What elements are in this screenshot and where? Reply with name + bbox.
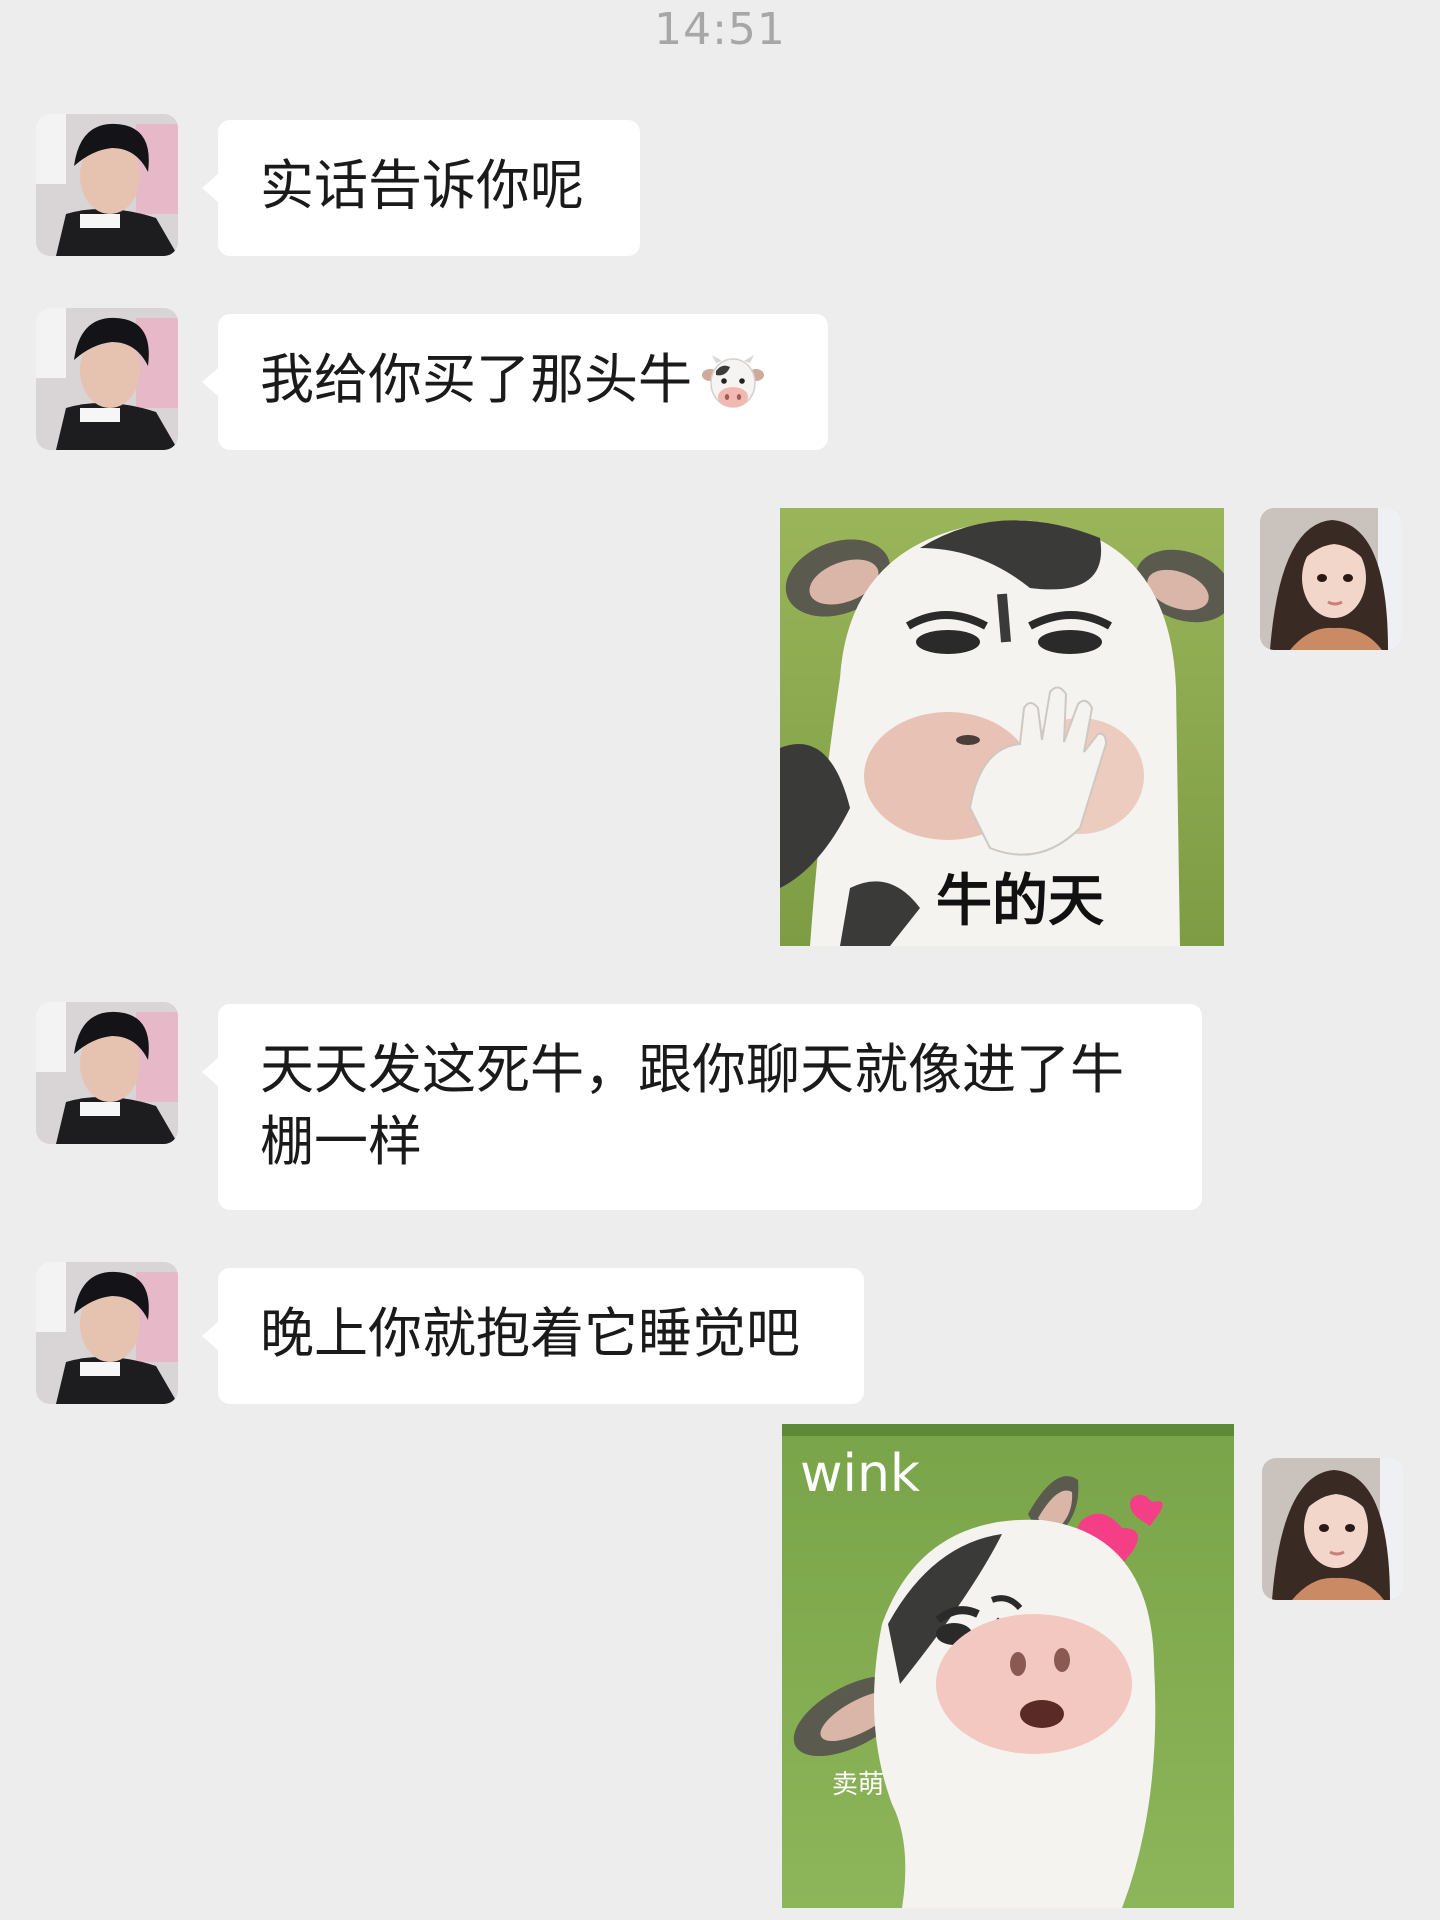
contact-avatar[interactable]: [36, 114, 178, 256]
chat-timestamp: 14:51: [654, 4, 786, 55]
contact-avatar[interactable]: [36, 308, 178, 450]
sticker-caption: wink: [800, 1444, 921, 1504]
message-text: 我给你买了那头牛: [260, 348, 692, 411]
contact-avatar[interactable]: [36, 1002, 178, 1144]
my-avatar[interactable]: [1260, 508, 1402, 650]
sticker-image[interactable]: 牛的天: [780, 508, 1224, 946]
contact-avatar[interactable]: [36, 1262, 178, 1404]
received-message-bubble[interactable]: 我给你买了那头牛: [202, 314, 828, 450]
sticker-sub-caption: 卖萌: [832, 1770, 885, 1800]
sticker-caption: 牛的天: [936, 869, 1104, 934]
cow-face-icon: [702, 355, 764, 409]
message-text: 晚上你就抱着它睡觉吧: [260, 1302, 800, 1365]
received-message-bubble[interactable]: 天天发这死牛，跟你聊天就像进了牛棚一样: [202, 1004, 1202, 1210]
received-message-bubble[interactable]: 晚上你就抱着它睡觉吧: [202, 1268, 864, 1404]
received-message-bubble[interactable]: 实话告诉你呢: [202, 120, 640, 256]
sticker-image[interactable]: wink 卖萌: [782, 1424, 1234, 1908]
message-text: 天天发这死牛，跟你聊天就像进了牛棚一样: [260, 1038, 1124, 1173]
my-avatar[interactable]: [1262, 1458, 1404, 1600]
message-text: 实话告诉你呢: [260, 154, 584, 217]
